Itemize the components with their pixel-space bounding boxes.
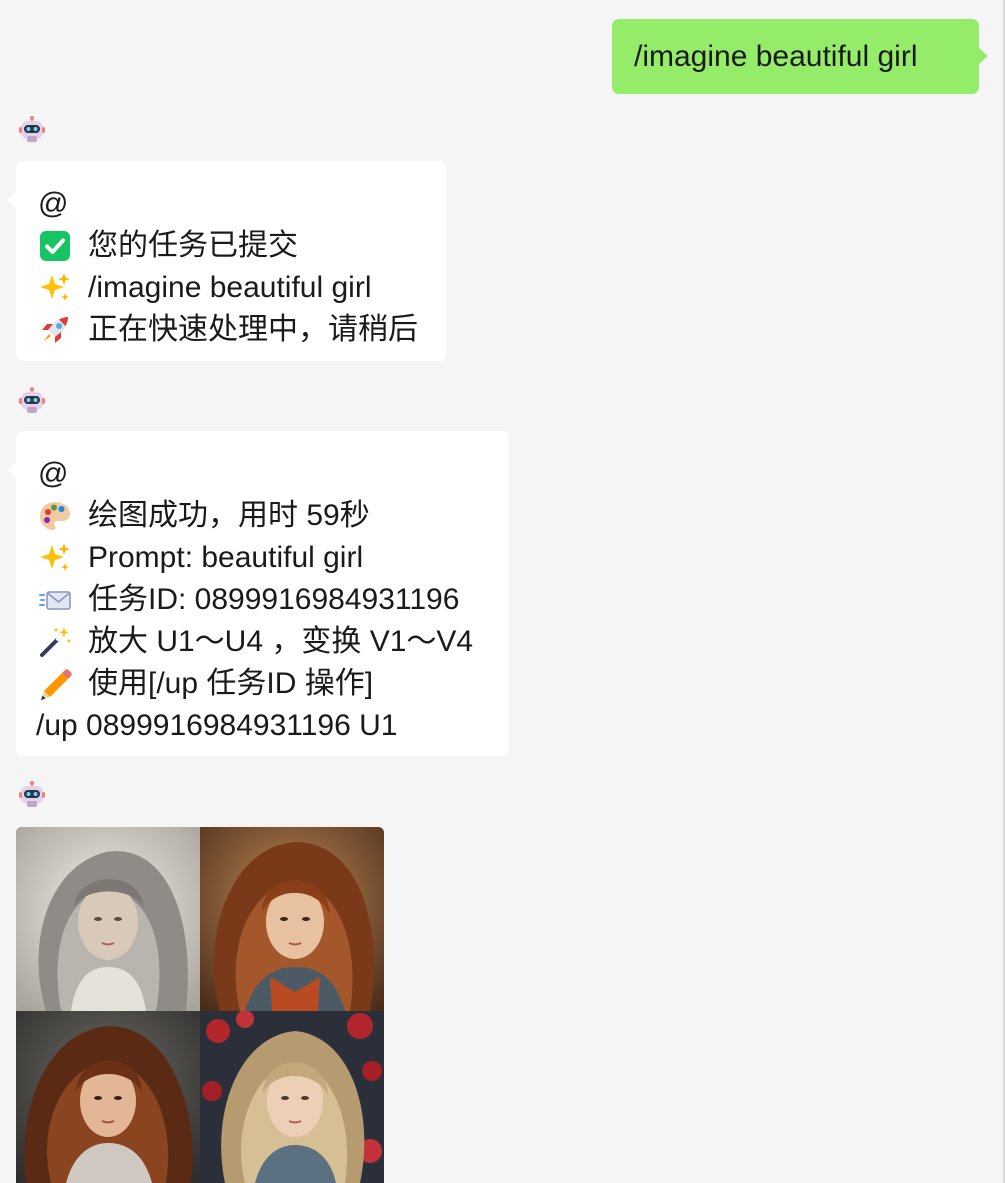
- incoming-envelope-icon: [38, 583, 72, 617]
- sparkles-icon: [38, 541, 72, 575]
- robot-icon: [19, 116, 45, 142]
- portrait-curly-auburn-hair-image: [16, 1011, 200, 1183]
- bot-message-bubble[interactable]: @ 绘图成功，用时 59秒 Prompt: beautiful girl 任务I…: [7, 431, 509, 756]
- sparkles-icon: [38, 271, 72, 305]
- rocket-icon: [38, 313, 72, 347]
- portrait-blonde-roses-image: [200, 1011, 384, 1183]
- command-line: /up 0899916984931196 U1: [36, 709, 398, 742]
- bot-message-bubble[interactable]: @ 您的任务已提交 /imagine beautiful girl 正在快速处理…: [7, 161, 446, 361]
- check-mark-button-icon: [38, 229, 72, 263]
- bot-avatar[interactable]: [18, 116, 46, 144]
- status-line: 您的任务已提交: [38, 225, 426, 267]
- image-tile-1[interactable]: [16, 827, 200, 1011]
- bot-avatar[interactable]: [18, 781, 46, 809]
- mention-line: @: [38, 457, 69, 490]
- user-message-bubble[interactable]: /imagine beautiful girl: [612, 19, 988, 94]
- processing-line: 正在快速处理中，请稍后: [38, 309, 426, 351]
- image-tile-4[interactable]: [200, 1011, 384, 1183]
- pencil-icon: [38, 667, 72, 701]
- task-id-line: 任务ID: 0899916984931196: [38, 579, 489, 621]
- palette-icon: [38, 499, 72, 533]
- prompt-line: Prompt: beautiful girl: [38, 537, 489, 579]
- magic-wand-icon: [38, 625, 72, 659]
- user-message-text: /imagine beautiful girl: [634, 40, 918, 73]
- success-line: 绘图成功，用时 59秒: [38, 495, 489, 537]
- actions-line: 放大 U1～U4 ，变换 V1～V4: [38, 621, 489, 663]
- prompt-line: /imagine beautiful girl: [38, 267, 426, 309]
- image-tile-3[interactable]: [16, 1011, 200, 1183]
- robot-icon: [19, 387, 45, 413]
- mention-line: @: [38, 187, 69, 220]
- portrait-auburn-hair-image: [200, 827, 384, 1011]
- usage-line: 使用[/up 任务ID 操作]: [38, 663, 489, 705]
- bot-avatar[interactable]: [18, 387, 46, 415]
- generated-image-grid[interactable]: [16, 827, 384, 1183]
- image-tile-2[interactable]: [200, 827, 384, 1011]
- robot-icon: [19, 781, 45, 807]
- portrait-grey-hair-image: [16, 827, 200, 1011]
